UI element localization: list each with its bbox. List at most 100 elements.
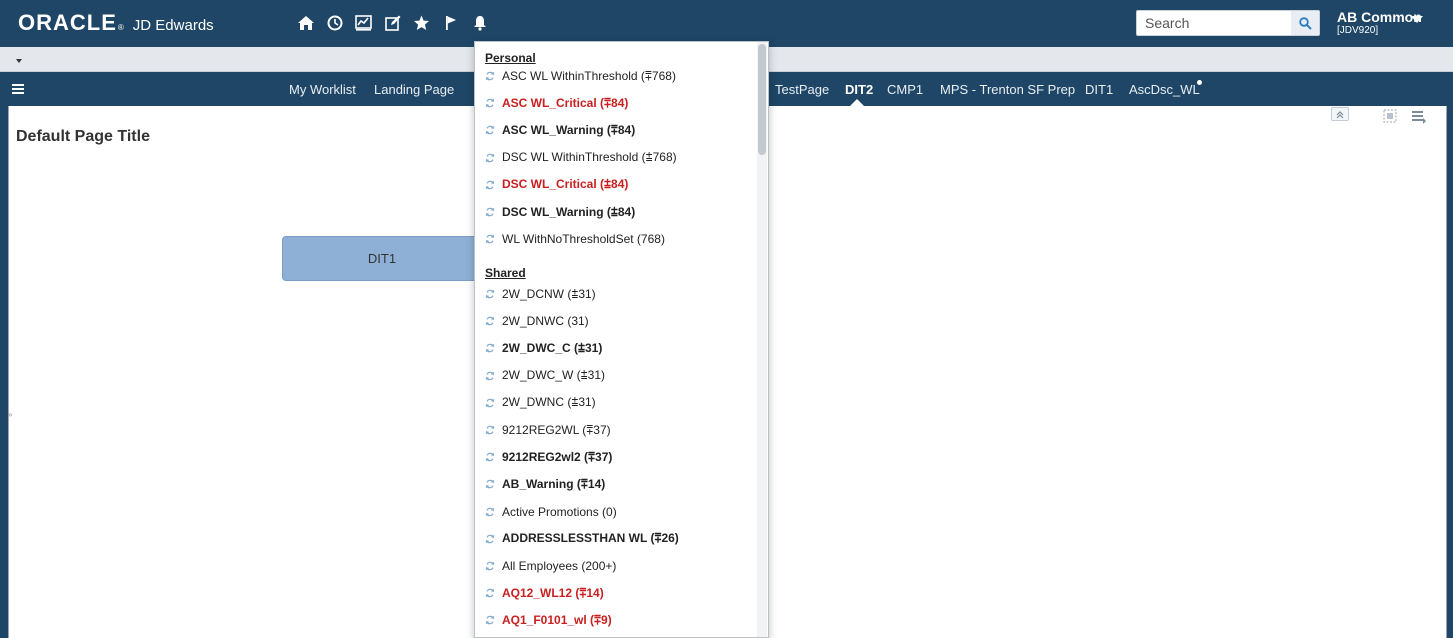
refresh-icon (485, 480, 495, 489)
nav-tab-my-worklist[interactable]: My Worklist (289, 82, 356, 97)
top-header: ORACLE ® JD Edwards AB Com (0, 0, 1453, 47)
star-icon[interactable] (407, 12, 436, 34)
home-icon[interactable] (291, 12, 320, 34)
refresh-icon (485, 289, 495, 299)
worklist-item[interactable]: DSC WL_Critical (⩲84) (485, 176, 628, 194)
user-name: AB Common (1337, 9, 1422, 25)
refresh-icon (485, 234, 495, 244)
refresh-icon (485, 588, 495, 598)
worklist-item-label: 2W_DCNW (⩲31) (502, 286, 596, 301)
unsaved-indicator-dot (1197, 80, 1202, 85)
worklist-item[interactable]: All Employees (200+) (485, 557, 616, 575)
refresh-icon (485, 371, 495, 380)
worklist-item-label: ASC WL_Warning (⩱84) (502, 122, 636, 137)
worklist-item[interactable]: Active Promotions (0) (485, 503, 617, 521)
refresh-icon (485, 452, 495, 462)
worklist-item[interactable]: ADDRESSLESSTHAN WL (⩱26) (485, 530, 679, 548)
recent-icon[interactable] (320, 12, 349, 34)
worklist-item-label: Active Promotions (0) (502, 504, 617, 519)
dropdown-scrollbar-thumb[interactable] (758, 44, 766, 155)
nav-tab-testpage[interactable]: TestPage (775, 82, 829, 97)
refresh-icon (485, 398, 495, 408)
oracle-jde-logo[interactable]: ORACLE ® JD Edwards (18, 10, 214, 36)
user-menu-chevron-down-icon[interactable] (1411, 16, 1423, 23)
nav-tab-dit1[interactable]: DIT1 (1085, 82, 1113, 97)
worklist-item-label: AQ1_F0101_wl (⩱9) (502, 612, 612, 627)
nav-tab-mps-trenton[interactable]: MPS - Trenton SF Prep (940, 82, 1075, 97)
flag-icon[interactable] (436, 12, 465, 34)
worklist-item[interactable]: 2W_DWC_W (⩲31) (485, 367, 605, 385)
worklist-item[interactable]: WL WithNoThresholdSet (768) (485, 230, 665, 248)
worklist-item-label: 9212REG2wl2 (⩱37) (502, 449, 613, 464)
worklist-item-label: ADDRESSLESSTHAN WL (⩱26) (502, 531, 679, 546)
maximize-icon[interactable] (1382, 108, 1398, 129)
worklist-item[interactable]: 9212REG2wl2 (⩱37) (485, 448, 612, 466)
worklist-item[interactable]: 2W_DNWC (31) (485, 312, 589, 330)
user-menu[interactable]: AB Common [JDV920] (1337, 9, 1422, 37)
nav-tab-ascdsc-wl[interactable]: AscDsc_WL (1129, 82, 1200, 97)
worklist-item-label: DSC WL_Warning (⩲84) (502, 204, 636, 219)
refresh-icon (485, 616, 495, 625)
worklist-item-label: 2W_DWNC (⩲31) (502, 395, 596, 410)
nav-tab-landing-page[interactable]: Landing Page (374, 82, 454, 97)
refresh-icon (485, 98, 495, 108)
refresh-icon (485, 180, 495, 190)
refresh-icon (485, 153, 495, 162)
active-tab-pointer (850, 99, 864, 106)
worklist-item[interactable]: 2W_DWNC (⩲31) (485, 394, 596, 412)
page-title: Default Page Title (16, 128, 150, 145)
worklist-item[interactable]: 9212REG2WL (⩱37) (485, 421, 611, 439)
worklist-item[interactable]: ASC WL WithinThreshold (⩱768) (485, 67, 676, 85)
worklist-item[interactable]: DSC WL_Warning (⩲84) (485, 203, 635, 221)
worklist-item-label: WL WithNoThresholdSet (768) (502, 232, 665, 247)
worklist-item[interactable]: ASC WL_Critical (⩱84) (485, 94, 628, 112)
worklist-item-label: All Employees (200+) (502, 559, 617, 573)
worklist-item[interactable]: DSC WL WithinThreshold (⩲768) (485, 149, 677, 167)
dit1-tile[interactable]: DIT1 (282, 236, 482, 281)
nav-tab-dit2[interactable]: DIT2 (845, 82, 873, 97)
search-icon (1298, 16, 1312, 30)
refresh-icon (485, 126, 495, 135)
worklist-item[interactable]: ASC WL_Warning (⩱84) (485, 121, 635, 139)
search-button[interactable] (1291, 11, 1319, 35)
worklist-item[interactable]: 2W_DCNW (⩲31) (485, 285, 596, 303)
refresh-icon (485, 507, 495, 516)
worklist-item-label: AB_Warning (⩱14) (502, 476, 606, 491)
refresh-icon (485, 207, 495, 217)
header-icon-bar (291, 12, 494, 34)
refresh-icon (485, 71, 495, 81)
layout-icon[interactable] (1411, 108, 1427, 129)
left-frame-edge (0, 106, 8, 638)
worklist-item-label: ASC WL WithinThreshold (⩱768) (502, 68, 676, 83)
worklist-item[interactable]: 2W_DWC_C (⩲31) (485, 339, 602, 357)
nav-tab-cmp1[interactable]: CMP1 (887, 82, 923, 97)
logo-product: JD Edwards (132, 17, 214, 34)
worklist-dropdown: Personal ASC WL WithinThreshold (⩱768) AS… (474, 41, 769, 638)
logo-brand: ORACLE (18, 10, 117, 35)
collapse-button[interactable] (1331, 107, 1349, 121)
search-box (1136, 10, 1320, 36)
worklist-item-label: 2W_DNWC (31) (502, 314, 589, 329)
refresh-icon (485, 425, 495, 435)
bell-icon[interactable] (465, 12, 494, 34)
refresh-icon (485, 344, 495, 353)
worklist-item-label: 2W_DWC_W (⩲31) (502, 368, 606, 383)
hamburger-menu-icon[interactable] (12, 84, 24, 94)
chevron-down-icon[interactable] (16, 59, 22, 63)
worklist-item[interactable]: AQ1_F0101_wl (⩱9) (485, 611, 612, 629)
edit-icon[interactable] (378, 12, 407, 34)
refresh-icon (485, 561, 495, 571)
refresh-icon (485, 534, 495, 544)
collapse-up-icon (1336, 111, 1344, 119)
search-input[interactable] (1137, 11, 1292, 35)
section-heading-personal: Personal (485, 51, 536, 65)
user-environment: [JDV920] (1337, 25, 1379, 36)
analytics-icon[interactable] (349, 12, 378, 34)
worklist-item-label: ASC WL_Critical (⩱84) (502, 95, 629, 110)
worklist-item-label: AQ12_WL12 (⩱14) (502, 585, 604, 600)
worklist-item[interactable]: AB_Warning (⩱14) (485, 475, 605, 493)
worklist-item[interactable]: AQ12_WL12 (⩱14) (485, 584, 604, 602)
side-panel-handle-icon[interactable]: » (8, 410, 12, 419)
section-heading-shared: Shared (485, 266, 526, 280)
refresh-icon (485, 316, 495, 326)
